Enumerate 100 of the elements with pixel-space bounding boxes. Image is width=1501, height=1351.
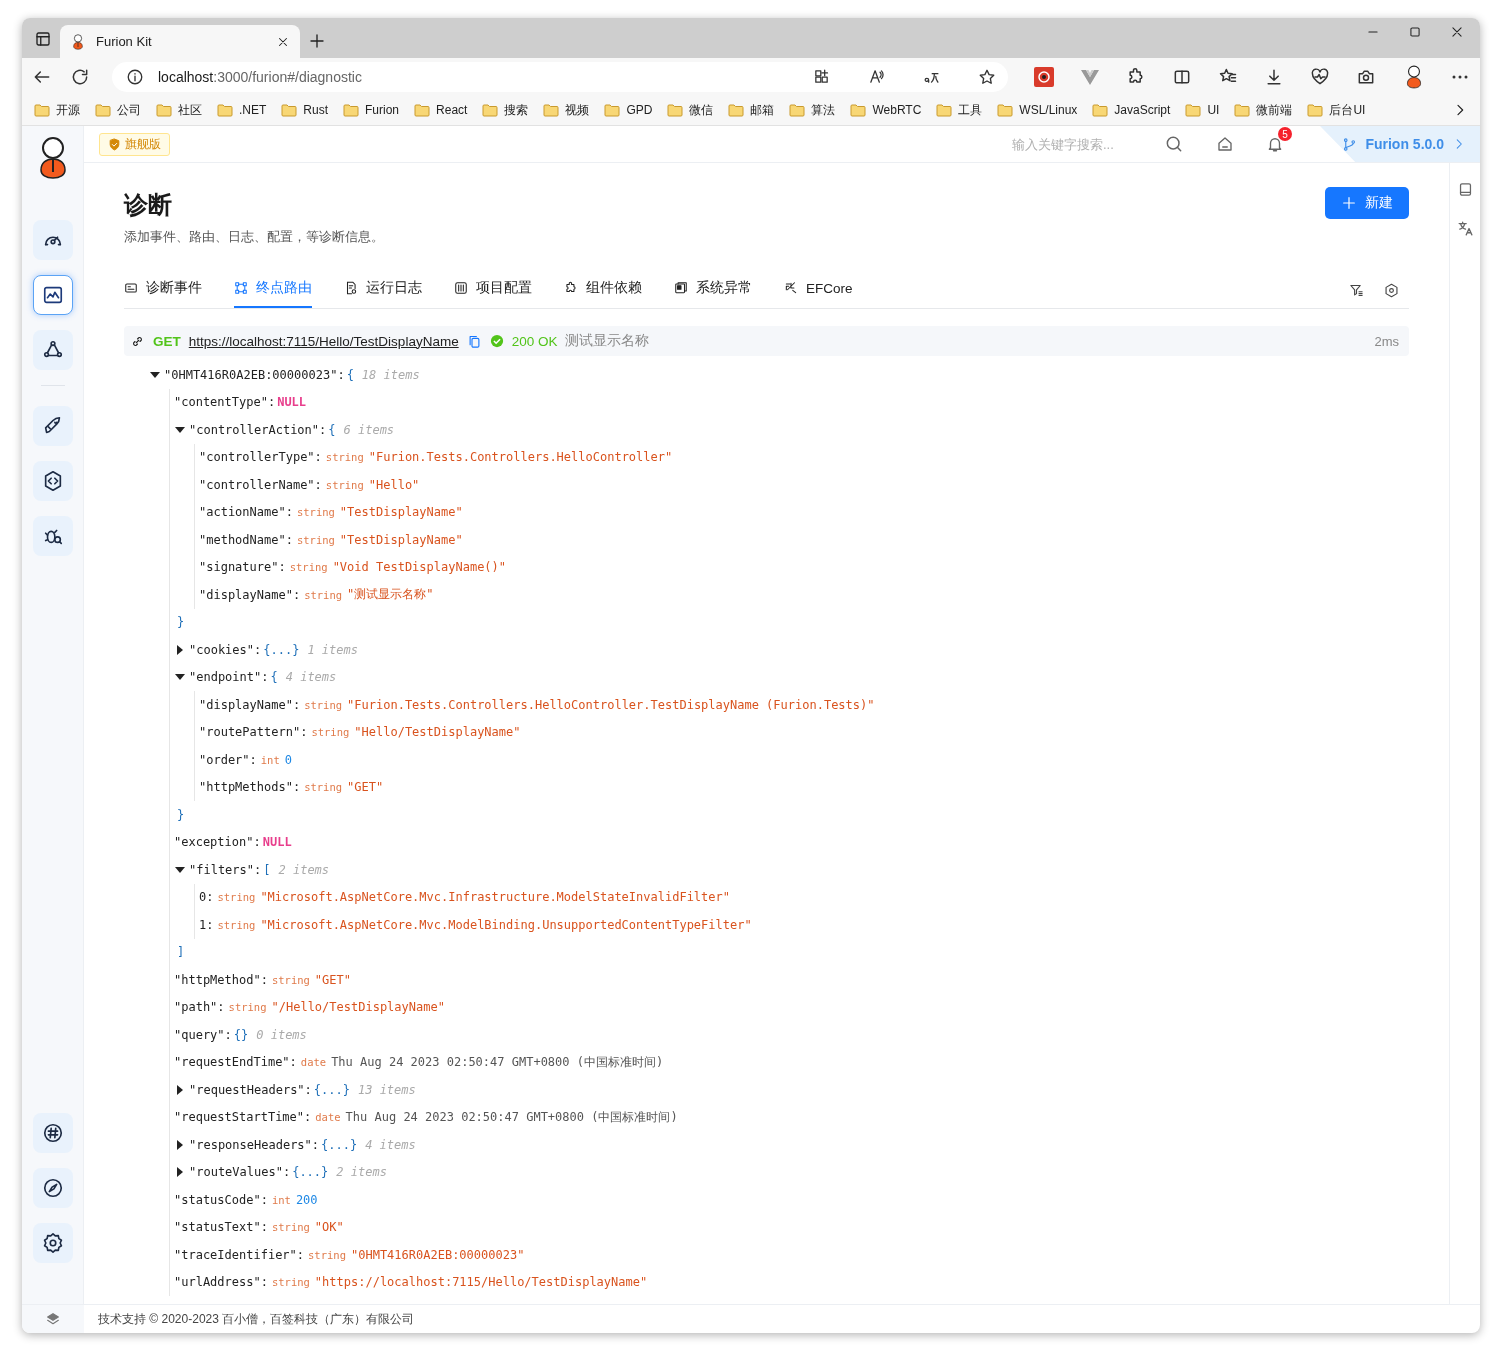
- sidebar-item[interactable]: [32, 406, 73, 446]
- sidebar-item[interactable]: [32, 516, 73, 556]
- type-label: string: [304, 781, 343, 794]
- type-label: string: [217, 918, 256, 931]
- item-count: 2 items: [336, 1165, 387, 1180]
- bookmark-label[interactable]: 搜索: [504, 101, 529, 119]
- tree-key: "responseHeaders":: [189, 1137, 320, 1152]
- star-icon: [978, 67, 996, 86]
- item-count: 0 items: [256, 1027, 307, 1042]
- type-label: string: [311, 726, 350, 739]
- item-count: 18 items: [361, 367, 420, 382]
- sidebar-item[interactable]: [32, 1113, 73, 1153]
- collapsed-summary: {...}: [313, 1082, 350, 1097]
- copy-icon: [466, 333, 482, 349]
- more-icon[interactable]: [1452, 74, 1468, 79]
- tree-key: "controllerAction":: [189, 422, 327, 437]
- bookmark-label[interactable]: 算法: [811, 101, 836, 119]
- type-label: string: [271, 1276, 310, 1289]
- sidebar-item[interactable]: [32, 1168, 73, 1208]
- bookmark-label[interactable]: 社区: [178, 101, 202, 119]
- bookmark-label[interactable]: WebRTC: [872, 103, 922, 117]
- request-name: 测试显示名称: [565, 332, 650, 350]
- address-field[interactable]: localhost:3000/furion#/diagnostic: [112, 61, 1008, 92]
- bookmark-label[interactable]: UI: [1207, 103, 1220, 117]
- bookmark-label[interactable]: GPD: [626, 103, 653, 117]
- shield-icon: [108, 137, 121, 151]
- type-label: string: [304, 588, 343, 601]
- request-url[interactable]: https://localhost:7115/Hello/TestDisplayName: [188, 333, 459, 349]
- bookmark-label[interactable]: 微前端: [1256, 101, 1293, 119]
- folder-icon: [414, 103, 431, 117]
- bookmark-label[interactable]: 工具: [958, 101, 983, 119]
- bookmark-label[interactable]: 开源: [56, 101, 80, 119]
- type-label: string: [325, 478, 364, 491]
- bookmark-label[interactable]: Rust: [303, 103, 329, 117]
- read-aloud-icon: [868, 68, 885, 85]
- close-icon: [1450, 25, 1464, 39]
- bookmark-label[interactable]: React: [436, 103, 468, 117]
- tab[interactable]: 组件依赖: [564, 273, 642, 308]
- tree-key: "routePattern":: [199, 725, 308, 740]
- bookmark-label[interactable]: 后台UI: [1329, 101, 1366, 119]
- item-count: 6 items: [343, 422, 395, 437]
- window-icon: [674, 281, 688, 295]
- sidebar-item[interactable]: [32, 461, 73, 501]
- gear-icon: [41, 1232, 64, 1254]
- folder-icon: [1092, 103, 1109, 117]
- card-icon: [124, 281, 138, 295]
- bookmark-label[interactable]: 视频: [565, 101, 590, 119]
- bookmark-label[interactable]: 微信: [689, 101, 714, 119]
- tree-key: "path":: [174, 1000, 225, 1015]
- collapsed-summary: {...}: [292, 1165, 329, 1180]
- value-text: "GET": [314, 972, 351, 987]
- value-text: "Void TestDisplayName()": [332, 560, 507, 575]
- folder-icon: [1185, 103, 1202, 117]
- value-text: "Hello/TestDisplayName": [354, 725, 521, 740]
- plus-icon: [308, 32, 326, 50]
- value-text: "Furion.Tests.Controllers.HelloController": [368, 450, 673, 465]
- tab[interactable]: 项目配置: [454, 273, 532, 308]
- value-text: "0HMT416R0A2EB:00000023": [351, 1247, 525, 1262]
- null-value: NULL: [262, 835, 292, 850]
- folder-icon: [343, 103, 360, 117]
- value-text: 200: [295, 1192, 318, 1207]
- sidebar-item[interactable]: [32, 330, 73, 370]
- bookmark-label[interactable]: JavaScript: [1114, 103, 1171, 117]
- value-text: 0: [284, 752, 292, 767]
- tab[interactable]: EFCore: [784, 274, 853, 307]
- tree-key: "controllerName":: [199, 477, 322, 492]
- tab[interactable]: 系统异常: [674, 273, 752, 308]
- bookmark-label[interactable]: 邮箱: [750, 101, 775, 119]
- new-button[interactable]: 新建: [1325, 187, 1409, 219]
- folder-icon: [667, 103, 684, 117]
- bracket: {: [328, 422, 336, 437]
- type-label: string: [289, 561, 328, 574]
- tab[interactable]: 诊断事件: [124, 273, 202, 308]
- bookmark-label[interactable]: Furion: [365, 103, 400, 117]
- folder-icon: [95, 103, 111, 117]
- bookmark-label[interactable]: 公司: [117, 101, 141, 119]
- folder-icon: [604, 103, 621, 117]
- search-field[interactable]: 输入关键字搜索...: [1010, 135, 1134, 153]
- bookmark-label[interactable]: WSL/Linux: [1019, 103, 1078, 117]
- hash-icon: [41, 1122, 64, 1144]
- extension-icon[interactable]: [1034, 66, 1054, 87]
- sidebar-item[interactable]: [32, 275, 73, 315]
- filter-icon: [1349, 283, 1364, 298]
- folder-icon: [728, 103, 745, 117]
- tab[interactable]: 终点路由: [234, 273, 312, 308]
- bookmark-label[interactable]: .NET: [239, 103, 267, 117]
- home-icon: [1216, 135, 1234, 153]
- settings-icon: [1384, 283, 1399, 298]
- tree-key: "httpMethod":: [174, 972, 268, 987]
- type-label: date: [300, 1056, 327, 1069]
- type-label: date: [315, 1111, 341, 1124]
- tree-key: "urlAddress":: [174, 1275, 268, 1290]
- sidebar-item[interactable]: [32, 220, 73, 260]
- sidebar-item[interactable]: [32, 1223, 73, 1263]
- folder-icon: [34, 103, 50, 117]
- tree-key: "query":: [174, 1027, 232, 1042]
- value-text: Thu Aug 24 2023 02:50:47 GMT+0800 (中国标准时间): [331, 1053, 664, 1071]
- tab[interactable]: 运行日志: [344, 273, 422, 308]
- null-value: NULL: [277, 395, 307, 410]
- browser-tab[interactable]: Furion Kit: [60, 25, 300, 58]
